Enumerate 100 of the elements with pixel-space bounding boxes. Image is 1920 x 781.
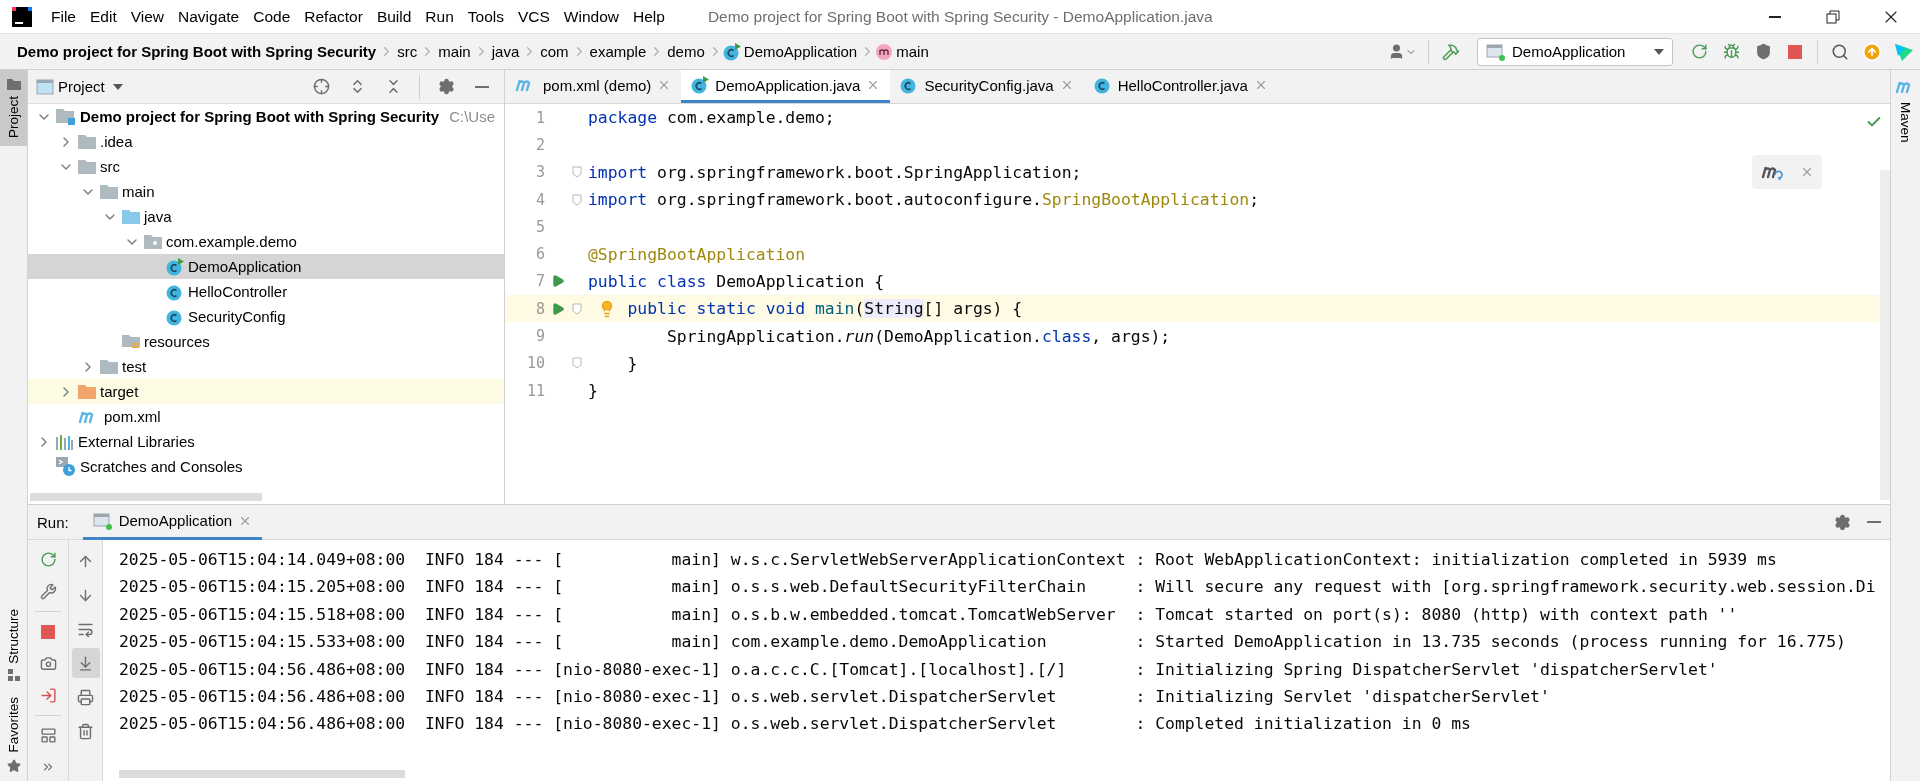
menu-item[interactable]: Navigate xyxy=(171,7,247,26)
breadcrumb-item[interactable]: java xyxy=(488,43,523,60)
application-icon xyxy=(1486,42,1506,61)
tree-item[interactable]: main xyxy=(28,179,504,204)
scrollbar[interactable] xyxy=(1880,170,1890,500)
tree-item[interactable]: Scratches and Consoles xyxy=(28,454,504,479)
breadcrumb-item[interactable]: src xyxy=(394,43,421,60)
rerun-icon xyxy=(39,551,57,569)
breadcrumb-item[interactable]: com xyxy=(537,43,572,60)
menu-item[interactable]: Tools xyxy=(460,7,511,26)
settings-icon xyxy=(1833,513,1851,531)
star-icon xyxy=(6,759,21,773)
crosshair-icon xyxy=(312,78,330,95)
resources-folder-icon xyxy=(122,333,140,350)
class-icon xyxy=(1093,76,1112,94)
menu-item[interactable]: Run xyxy=(418,7,461,26)
code-line: import org.springframework.boot.autoconfigure.SpringBootApplication; xyxy=(587,190,1260,210)
tool-window-tab[interactable]: Structure xyxy=(0,600,27,690)
tree-item[interactable]: .idea xyxy=(28,129,504,154)
rerun-icon xyxy=(1690,43,1708,60)
menu-item[interactable]: View xyxy=(123,7,172,26)
caret-icon[interactable] xyxy=(1654,48,1664,55)
tree-item[interactable]: test xyxy=(28,354,504,379)
run-icon[interactable] xyxy=(551,301,565,316)
editor-tab[interactable]: HelloController.java xyxy=(1083,70,1278,103)
breadcrumb-item[interactable]: Demo project for Spring Boot with Spring Security xyxy=(14,43,380,60)
tree-item[interactable]: pom.xml xyxy=(28,404,504,429)
tree-item[interactable]: src xyxy=(28,154,504,179)
line-number: 3 xyxy=(534,163,545,182)
line-number: 5 xyxy=(534,217,545,236)
menu-item[interactable]: Code xyxy=(246,7,298,26)
scrollbar[interactable] xyxy=(30,493,262,501)
scrollbar[interactable] xyxy=(119,770,405,778)
tree-item[interactable]: DemoApplication xyxy=(28,254,504,279)
menu-item[interactable]: File xyxy=(44,7,83,26)
tool-window-tab[interactable]: Favorites xyxy=(0,689,27,781)
update-icon xyxy=(1862,41,1882,62)
line-number: 7 xyxy=(534,272,545,291)
scroll-to-end-button[interactable] xyxy=(71,648,100,678)
line-number: 8 xyxy=(534,299,545,318)
line-number: 9 xyxy=(534,327,545,345)
breadcrumb-item[interactable]: example xyxy=(586,43,650,60)
line-number: 11 xyxy=(525,381,545,400)
tree-item[interactable]: SecurityConfig xyxy=(28,304,504,329)
excluded-folder-icon xyxy=(78,384,96,399)
run-configuration-dropdown[interactable]: DemoApplication xyxy=(1477,37,1673,66)
tree-item[interactable]: External Libraries xyxy=(28,429,504,454)
code-line: SpringApplication.run(DemoApplication.class, args); xyxy=(665,326,1171,346)
restore-icon xyxy=(1826,9,1840,24)
caret-icon[interactable] xyxy=(112,83,123,90)
tree-item[interactable]: Demo project for Spring Boot with Spring Security C:\Use xyxy=(28,104,504,129)
menu-item[interactable]: Help xyxy=(626,7,672,26)
menu-item[interactable]: Window xyxy=(556,7,626,26)
editor-tab[interactable]: SecurityConfig.java xyxy=(890,70,1084,103)
exit-icon xyxy=(39,686,57,704)
editor-tab[interactable]: DemoApplication.java xyxy=(681,70,891,103)
editor-tab[interactable]: pom.xml (demo) xyxy=(505,70,682,103)
fold-marker-icon[interactable] xyxy=(572,302,582,315)
runnable-class-icon xyxy=(166,257,184,276)
console-line: 2025-05-06T15:04:56.486+08:00 INFO 184 --- [nio-8080-exec-1] o.s.web.servlet.DispatcherServlet : Completed initialization in 0 ms xyxy=(119,713,1472,736)
breadcrumb-item[interactable]: DemoApplication xyxy=(740,43,861,60)
code-line: public static void main(String[] args) { xyxy=(583,299,1023,319)
tree-item[interactable]: java xyxy=(28,204,504,229)
console-line: 2025-05-06T15:04:15.518+08:00 INFO 184 --- [ main] o.s.b.w.embedded.tomcat.TomcatWebServer : Tomcat started on port(s): 8080 (http) with context path '' xyxy=(119,603,1739,626)
tool-window-tab[interactable]: Project xyxy=(0,70,27,147)
user-icon xyxy=(1388,43,1405,60)
breadcrumb-item[interactable]: main xyxy=(435,43,474,60)
tree-item[interactable]: target xyxy=(28,379,504,404)
tree-item[interactable]: resources xyxy=(28,329,504,354)
wrench-icon xyxy=(39,582,57,600)
menu-item[interactable]: Build xyxy=(369,7,419,26)
breadcrumb-item[interactable]: main xyxy=(893,43,932,60)
menu-item[interactable]: Edit xyxy=(83,7,124,26)
breadcrumb-item[interactable]: demo xyxy=(664,43,708,60)
code-line: package com.example.demo; xyxy=(587,108,835,128)
line-number: 4 xyxy=(534,190,545,209)
panel-title[interactable]: Project xyxy=(58,78,105,95)
tree-item[interactable]: com.example.demo xyxy=(28,229,504,254)
search-icon xyxy=(1831,42,1849,61)
tree-item[interactable]: HelloController xyxy=(28,279,504,304)
folder-icon xyxy=(78,159,96,174)
minus-icon xyxy=(475,85,489,88)
run-icon[interactable] xyxy=(551,274,565,289)
fold-marker-icon[interactable] xyxy=(572,357,582,370)
bug-icon xyxy=(1722,43,1740,60)
app-logo xyxy=(12,6,32,27)
method-icon xyxy=(875,42,894,61)
console-line: 2025-05-06T15:04:56.486+08:00 INFO 184 --- [nio-8080-exec-1] o.s.web.servlet.DispatcherServlet : Initializing Servlet 'dispatcherServlet' xyxy=(119,686,1551,709)
settings-icon xyxy=(437,78,455,95)
folder-icon xyxy=(78,134,96,149)
fold-marker-icon[interactable] xyxy=(572,193,582,206)
menu-item[interactable]: Refactor xyxy=(297,7,370,26)
package-icon xyxy=(144,234,162,249)
minimize-icon xyxy=(1769,15,1781,18)
tool-window-tab[interactable]: Maven xyxy=(1891,70,1920,151)
toolbox-logo xyxy=(1894,41,1914,62)
hammer-icon xyxy=(1442,42,1460,61)
fold-marker-icon[interactable] xyxy=(572,166,582,179)
scroll-to-end-icon xyxy=(77,654,94,672)
menu-item[interactable]: VCS xyxy=(510,7,557,26)
